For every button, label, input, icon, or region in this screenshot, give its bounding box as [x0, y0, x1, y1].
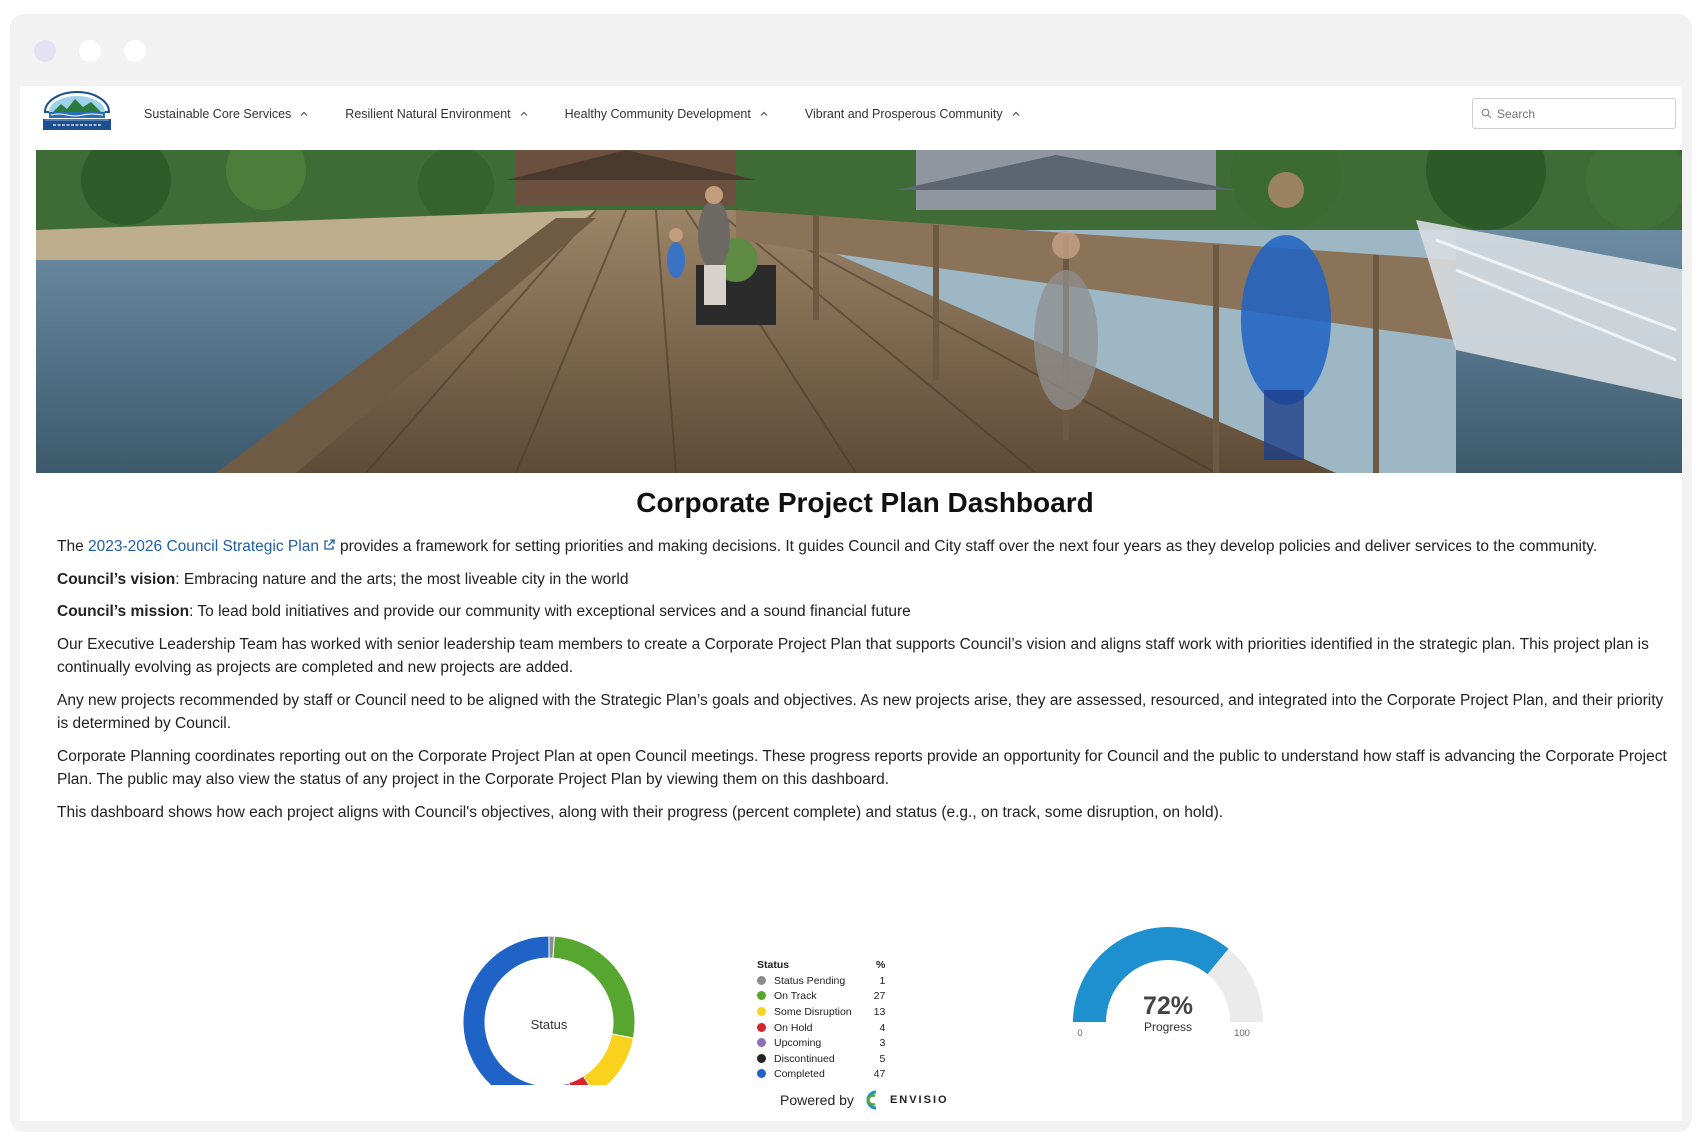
legend-label: Discontinued — [757, 1051, 852, 1067]
mission-label: Council’s mission — [57, 603, 190, 620]
legend-value: 5 — [879, 1052, 886, 1065]
legend-category: On Track — [774, 990, 817, 1003]
legend-category: Completed — [774, 1068, 825, 1081]
legend-swatch — [757, 1038, 766, 1048]
legend-category: Some Disruption — [774, 1005, 852, 1018]
status-donut-chart[interactable]: Status — [454, 927, 644, 1085]
legend-header-status: Status — [757, 959, 790, 971]
menu-vibrant-prosperous-community[interactable]: Vibrant and Prosperous Community — [805, 107, 1021, 121]
city-logo[interactable] — [39, 90, 115, 134]
legend-value: 13 — [873, 1005, 886, 1018]
gauge-max-label: 100 — [1234, 1028, 1250, 1039]
legend-category: Upcoming — [774, 1037, 822, 1050]
legend-swatch — [757, 991, 766, 1001]
donut-slice-some-disruption[interactable] — [582, 1033, 635, 1085]
hero-image — [36, 150, 1682, 473]
mission-text: : To lead bold initiatives and provide o… — [189, 603, 911, 620]
gauge-value: 72% — [1143, 992, 1193, 1020]
gauge-caption: Progress — [1144, 1020, 1192, 1034]
status-legend: Status % Status Pending 1 On Track 27 Some D… — [757, 959, 885, 1082]
strategic-plan-link[interactable]: 2023-2026 Council Strategic Plan — [88, 538, 319, 555]
body-paragraph: Any new projects recommended by staff or… — [57, 691, 1664, 733]
menu-label: Healthy Community Development — [564, 107, 751, 121]
menu-resilient-natural-environment[interactable]: Resilient Natural Environment — [345, 107, 528, 121]
legend-category: On Hold — [774, 1021, 813, 1034]
legend-label: Completed — [757, 1067, 852, 1083]
envisio-logo-icon — [866, 1090, 877, 1110]
legend-swatch — [757, 1022, 766, 1032]
legend-row[interactable]: Discontinued 5 — [757, 1051, 885, 1067]
legend-swatch — [757, 1069, 766, 1079]
legend-value: 4 — [879, 1021, 886, 1034]
main-menu: Sustainable Core Services Resilient Natu… — [144, 86, 1057, 142]
vision-paragraph: Council’s vision: Embracing nature and t… — [57, 568, 1673, 592]
external-link-icon[interactable] — [322, 538, 336, 552]
chevron-up-icon — [300, 111, 308, 116]
page-title: Corporate Project Plan Dashboard — [636, 487, 1094, 518]
powered-by-text: Powered by — [780, 1092, 854, 1108]
donut-slice-completed[interactable] — [462, 935, 550, 1085]
menu-label: Sustainable Core Services — [144, 107, 292, 121]
legend-label: On Hold — [757, 1020, 852, 1036]
vision-label: Council’s vision — [57, 570, 176, 588]
menu-label: Resilient Natural Environment — [345, 107, 511, 121]
window-control-dot[interactable] — [79, 40, 101, 62]
legend-label: On Track — [757, 989, 852, 1005]
legend-row[interactable]: Upcoming 3 — [757, 1035, 885, 1051]
powered-by[interactable]: Powered by ENVISIO — [780, 1089, 949, 1111]
mission-paragraph: Council’s mission: To lead bold initiati… — [57, 600, 1673, 624]
window-control-dot[interactable] — [124, 40, 146, 62]
menu-healthy-community-development[interactable]: Healthy Community Development — [565, 107, 769, 121]
legend-category: Status Pending — [774, 974, 846, 987]
legend-row[interactable]: Status Pending 1 — [757, 973, 885, 989]
search-input[interactable] — [1497, 106, 1667, 121]
intro-paragraph: The 2023-2026 Council Strategic Plan prov… — [57, 535, 1673, 559]
intro-text: provides a framework for setting priorit… — [339, 538, 1598, 555]
page: Sustainable Core Services Resilient Natu… — [20, 86, 1682, 1121]
legend-label: Some Disruption — [757, 1004, 852, 1020]
search-box — [1472, 98, 1676, 129]
chevron-up-icon — [760, 111, 768, 116]
legend-row[interactable]: Some Disruption 13 — [757, 1004, 885, 1020]
chevron-up-icon — [1012, 111, 1020, 116]
gauge-min-label: 0 — [1077, 1028, 1082, 1039]
body-paragraph: Our Executive Leadership Team has worked… — [57, 635, 1649, 677]
legend-label: Upcoming — [757, 1035, 852, 1051]
vision-text: : Embracing nature and the arts; the mos… — [175, 570, 629, 588]
browser-frame: Sustainable Core Services Resilient Natu… — [10, 14, 1692, 1132]
main-content: Corporate Project Plan Dashboard The 202… — [57, 487, 1673, 833]
legend-row[interactable]: On Hold 4 — [757, 1020, 885, 1036]
window-control-dot[interactable] — [34, 40, 56, 62]
donut-center-label: Status — [531, 1017, 568, 1032]
progress-gauge-chart[interactable]: 72% Progress 0 100 — [1058, 914, 1278, 1054]
legend-category: Discontinued — [774, 1052, 835, 1065]
window-controls — [34, 40, 146, 62]
menu-sustainable-core-services[interactable]: Sustainable Core Services — [144, 107, 309, 121]
legend-value: 47 — [873, 1068, 886, 1081]
legend-value: 1 — [879, 974, 886, 987]
legend-label: Status Pending — [757, 973, 852, 989]
search-icon — [1481, 108, 1492, 119]
chevron-up-icon — [520, 111, 528, 116]
menu-label: Vibrant and Prosperous Community — [804, 107, 1003, 121]
legend-swatch — [757, 1006, 766, 1016]
legend-swatch — [757, 1053, 766, 1063]
intro-prefix: The — [57, 538, 89, 555]
body-paragraph: Corporate Planning coordinates reporting… — [57, 747, 1667, 789]
legend-header-pct: % — [875, 959, 886, 971]
legend-row[interactable]: Completed 47 — [757, 1067, 885, 1083]
legend-swatch — [757, 975, 766, 985]
dashboard-charts: Status Status % Status Pending 1 On Track 2… — [20, 914, 1682, 1121]
legend-value: 3 — [879, 1037, 886, 1050]
legend-value: 27 — [873, 990, 886, 1003]
body-paragraph: This dashboard shows how each project al… — [57, 803, 1224, 821]
top-nav: Sustainable Core Services Resilient Natu… — [20, 86, 1682, 142]
legend-row[interactable]: On Track 27 — [757, 989, 885, 1005]
envisio-brand: ENVISIO — [889, 1094, 949, 1106]
